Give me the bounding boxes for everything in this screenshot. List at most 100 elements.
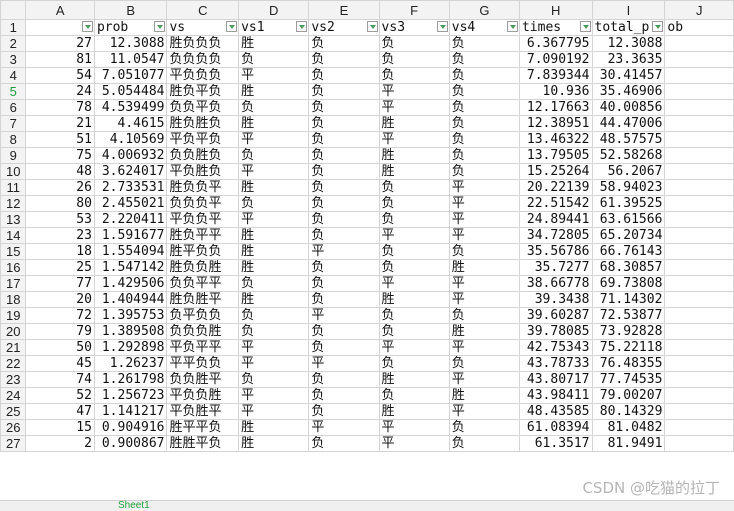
cell-e[interactable]: 负 <box>308 275 380 292</box>
cell-a[interactable]: 53 <box>25 211 95 228</box>
cell-i[interactable]: 44.47006 <box>591 115 666 132</box>
cell-h[interactable]: 7.090192 <box>518 51 593 68</box>
cell-e[interactable]: 负 <box>308 387 380 404</box>
cell-e[interactable]: 平 <box>308 419 380 436</box>
cell-e[interactable]: 负 <box>308 403 380 420</box>
cell-h[interactable]: 34.72805 <box>518 227 593 244</box>
cell-c[interactable]: 胜负负负 <box>166 35 240 52</box>
cell-h[interactable]: 12.17663 <box>518 99 593 116</box>
row-header[interactable]: 4 <box>0 67 27 84</box>
cell-i[interactable]: 40.00856 <box>591 99 666 116</box>
cell-j[interactable] <box>664 355 734 372</box>
cell-c[interactable]: 负负平负 <box>166 99 240 116</box>
cell-i[interactable]: 63.61566 <box>591 211 666 228</box>
row-header[interactable]: 25 <box>0 403 27 420</box>
cell-j[interactable] <box>664 403 734 420</box>
cell-e[interactable]: 负 <box>308 371 380 388</box>
cell-i[interactable]: 76.48355 <box>591 355 666 372</box>
cell-b[interactable]: 2.455021 <box>93 195 168 212</box>
cell-b[interactable]: 7.051077 <box>93 67 168 84</box>
cell-j[interactable] <box>664 35 734 52</box>
cell-i[interactable]: 73.92828 <box>591 323 666 340</box>
cell-h[interactable]: 24.89441 <box>518 211 593 228</box>
cell-f[interactable]: 胜 <box>378 403 450 420</box>
cell-a[interactable]: 75 <box>25 147 95 164</box>
cell-d[interactable]: 平 <box>238 339 310 356</box>
cell-a[interactable]: 81 <box>25 51 95 68</box>
column-header-h[interactable]: H <box>518 0 593 20</box>
row-header[interactable]: 24 <box>0 387 27 404</box>
cell-b[interactable]: 1.261798 <box>93 371 168 388</box>
cell-g[interactable]: 平 <box>448 291 520 308</box>
cell-i[interactable]: 81.9491 <box>591 435 666 452</box>
cell-a[interactable]: 15 <box>25 419 95 436</box>
cell-g[interactable]: 负 <box>448 435 520 452</box>
row-header[interactable]: 6 <box>0 99 27 116</box>
cell-a[interactable]: 45 <box>25 355 95 372</box>
cell-a[interactable]: 74 <box>25 371 95 388</box>
cell-b[interactable]: 1.547142 <box>93 259 168 276</box>
cell-d[interactable]: 平 <box>238 67 310 84</box>
filter-dropdown-icon[interactable] <box>652 21 664 32</box>
cell-c[interactable]: 平负负负 <box>166 67 240 84</box>
cell-f[interactable]: 胜 <box>378 115 450 132</box>
cell-e[interactable]: 平 <box>308 307 380 324</box>
cell-d[interactable]: 负 <box>238 195 310 212</box>
cell-c[interactable]: 负负胜平 <box>166 371 240 388</box>
cell-d[interactable]: 平 <box>238 387 310 404</box>
cell-e[interactable]: 负 <box>308 195 380 212</box>
cell-h[interactable]: 35.56786 <box>518 243 593 260</box>
cell-b[interactable]: 1.141217 <box>93 403 168 420</box>
cell-i[interactable]: 65.20734 <box>591 227 666 244</box>
cell-g[interactable]: 负 <box>448 131 520 148</box>
cell-e[interactable]: 负 <box>308 259 380 276</box>
header-cell-g[interactable]: vs4 <box>448 19 520 36</box>
cell-j[interactable] <box>664 259 734 276</box>
filter-dropdown-icon[interactable] <box>296 21 308 32</box>
cell-g[interactable]: 负 <box>448 83 520 100</box>
header-cell-a[interactable] <box>25 19 95 36</box>
row-header[interactable]: 15 <box>0 243 27 260</box>
cell-j[interactable] <box>664 211 734 228</box>
cell-a[interactable]: 80 <box>25 195 95 212</box>
cell-j[interactable] <box>664 131 734 148</box>
cell-a[interactable]: 52 <box>25 387 95 404</box>
cell-f[interactable]: 胜 <box>378 163 450 180</box>
cell-i[interactable]: 58.94023 <box>591 179 666 196</box>
cell-b[interactable]: 1.591677 <box>93 227 168 244</box>
cell-j[interactable] <box>664 371 734 388</box>
cell-g[interactable]: 胜 <box>448 387 520 404</box>
filter-dropdown-icon[interactable] <box>436 21 448 32</box>
cell-a[interactable]: 51 <box>25 131 95 148</box>
cell-d[interactable]: 胜 <box>238 83 310 100</box>
cell-j[interactable] <box>664 227 734 244</box>
column-header-g[interactable]: G <box>448 0 520 20</box>
filter-dropdown-icon[interactable] <box>226 21 238 32</box>
cell-e[interactable]: 负 <box>308 435 380 452</box>
cell-h[interactable]: 6.367795 <box>518 35 593 52</box>
row-header[interactable]: 18 <box>0 291 27 308</box>
cell-i[interactable]: 23.3635 <box>591 51 666 68</box>
cell-h[interactable]: 13.79505 <box>518 147 593 164</box>
row-header[interactable]: 17 <box>0 275 27 292</box>
cell-e[interactable]: 平 <box>308 243 380 260</box>
cell-h[interactable]: 42.75343 <box>518 339 593 356</box>
header-cell-b[interactable]: prob <box>93 19 168 36</box>
cell-c[interactable]: 平平负负 <box>166 355 240 372</box>
cell-a[interactable]: 78 <box>25 99 95 116</box>
cell-j[interactable] <box>664 83 734 100</box>
cell-j[interactable] <box>664 147 734 164</box>
cell-h[interactable]: 20.22139 <box>518 179 593 196</box>
cell-c[interactable]: 负负负负 <box>166 51 240 68</box>
cell-c[interactable]: 负负负平 <box>166 195 240 212</box>
cell-f[interactable]: 平 <box>378 435 450 452</box>
cell-g[interactable]: 负 <box>448 307 520 324</box>
cell-j[interactable] <box>664 179 734 196</box>
cell-a[interactable]: 77 <box>25 275 95 292</box>
cell-e[interactable]: 负 <box>308 115 380 132</box>
cell-h[interactable]: 39.60287 <box>518 307 593 324</box>
cell-h[interactable]: 38.66778 <box>518 275 593 292</box>
cell-b[interactable]: 4.4615 <box>93 115 168 132</box>
spreadsheet-grid[interactable]: ABCDEFGHIJ 1 prob vs vs1 vs2 vs3 vs4 times total… <box>0 0 734 500</box>
cell-f[interactable]: 负 <box>378 179 450 196</box>
